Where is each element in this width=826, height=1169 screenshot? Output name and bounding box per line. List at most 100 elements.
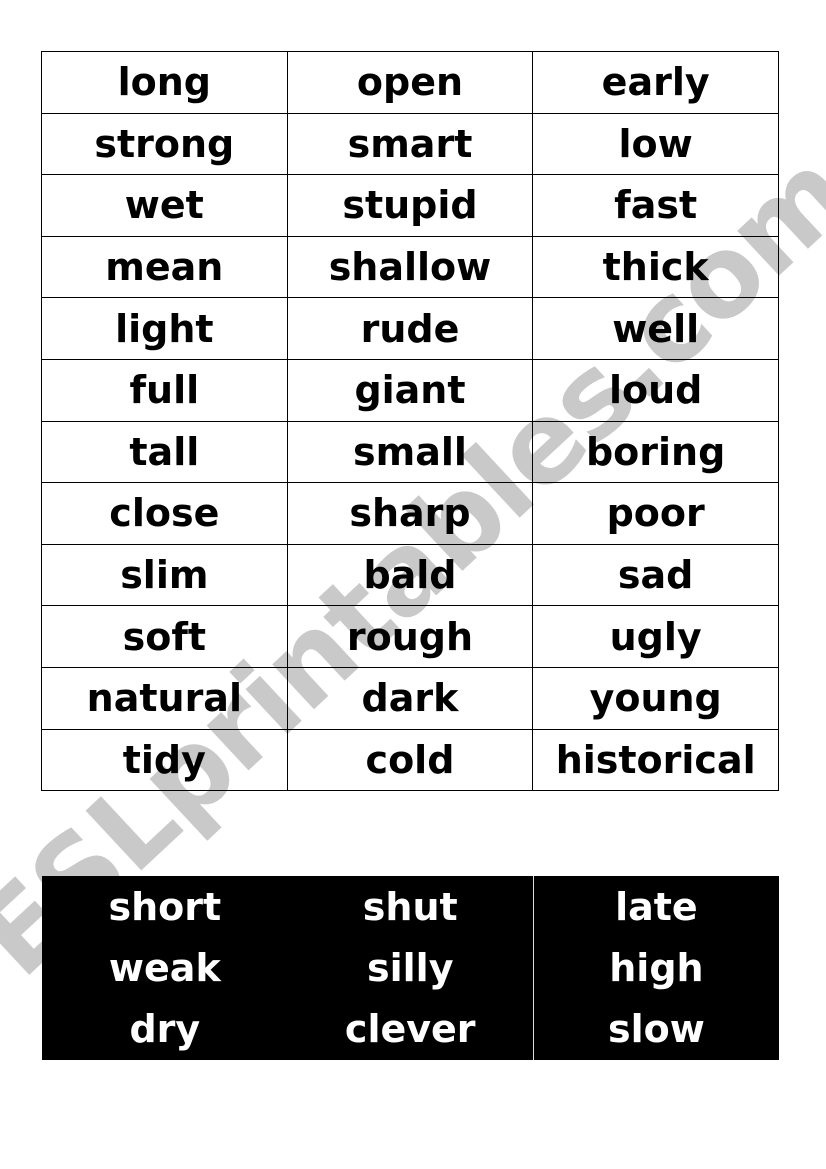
word-text: young bbox=[589, 676, 722, 721]
word-cell: fast bbox=[532, 174, 779, 237]
table-row: strong smart low bbox=[41, 112, 779, 176]
table-row: weak silly high bbox=[42, 937, 779, 999]
table-row: light rude well bbox=[41, 297, 779, 360]
word-cell: rude bbox=[286, 297, 534, 360]
word-cell: soft bbox=[41, 605, 288, 668]
word-text: light bbox=[115, 306, 214, 351]
word-cell: historical bbox=[532, 728, 779, 792]
word-cell: early bbox=[532, 51, 779, 114]
word-text: soft bbox=[122, 614, 207, 659]
word-text: fast bbox=[614, 183, 698, 228]
word-cell: light bbox=[41, 297, 288, 360]
word-text: poor bbox=[606, 491, 705, 536]
word-cell: giant bbox=[286, 358, 534, 422]
word-cell: tall bbox=[41, 420, 288, 484]
word-text: loud bbox=[608, 368, 703, 413]
word-text: giant bbox=[354, 368, 466, 413]
word-cell: full bbox=[41, 358, 288, 422]
word-text: thick bbox=[602, 245, 709, 290]
word-text: cold bbox=[365, 737, 455, 782]
table-row: tidy cold historical bbox=[41, 728, 779, 792]
table-row: tall small boring bbox=[41, 420, 779, 484]
word-cell: mean bbox=[41, 235, 288, 299]
word-cell: small bbox=[286, 420, 534, 484]
word-cell: natural bbox=[41, 666, 288, 730]
word-cell: close bbox=[41, 482, 288, 545]
word-text: stupid bbox=[342, 183, 478, 228]
word-cell: loud bbox=[532, 358, 779, 422]
word-text: shallow bbox=[328, 245, 492, 290]
word-text: dark bbox=[361, 676, 459, 721]
word-text: smart bbox=[347, 121, 473, 166]
word-cell: wet bbox=[41, 174, 288, 237]
word-text: slow bbox=[607, 1007, 705, 1052]
word-cell: slow bbox=[532, 998, 779, 1060]
word-text: full bbox=[129, 368, 200, 413]
word-text: dry bbox=[129, 1007, 201, 1052]
word-cell: rough bbox=[286, 605, 534, 668]
word-cell: weak bbox=[42, 937, 288, 998]
word-text: clever bbox=[344, 1007, 476, 1052]
word-cell: stupid bbox=[286, 174, 534, 237]
table-row: slim bald sad bbox=[41, 543, 779, 607]
word-text: high bbox=[609, 945, 704, 990]
word-cell: sad bbox=[532, 543, 779, 607]
word-cell: sharp bbox=[286, 482, 534, 545]
word-cell: clever bbox=[288, 999, 534, 1060]
word-text: shut bbox=[362, 884, 458, 929]
table-row: soft rough ugly bbox=[41, 605, 779, 668]
word-text: low bbox=[618, 121, 693, 166]
word-text: wet bbox=[124, 183, 204, 228]
word-text: silly bbox=[367, 945, 454, 990]
word-cell: shut bbox=[288, 876, 534, 937]
word-cell: silly bbox=[288, 937, 534, 998]
word-text: sharp bbox=[349, 491, 471, 536]
word-cell: smart bbox=[286, 112, 534, 176]
word-text: slim bbox=[120, 553, 209, 598]
word-cell: short bbox=[42, 876, 288, 937]
word-cell: well bbox=[532, 297, 779, 360]
word-text: rude bbox=[360, 306, 460, 351]
word-text: close bbox=[109, 491, 220, 536]
word-text: weak bbox=[108, 945, 221, 990]
word-text: historical bbox=[555, 737, 756, 782]
word-cell: ugly bbox=[532, 605, 779, 668]
word-cell: bald bbox=[286, 543, 534, 607]
word-text: sad bbox=[617, 553, 694, 598]
word-text: early bbox=[601, 60, 710, 105]
word-cell: dark bbox=[286, 666, 534, 730]
word-cell: thick bbox=[532, 235, 779, 299]
word-text: strong bbox=[94, 121, 235, 166]
word-cell: slim bbox=[41, 543, 288, 607]
word-cell: low bbox=[532, 112, 779, 176]
word-text: mean bbox=[105, 245, 224, 290]
word-cell: strong bbox=[41, 112, 288, 176]
table-row: mean shallow thick bbox=[41, 235, 779, 299]
word-text: rough bbox=[346, 614, 474, 659]
word-text: tidy bbox=[122, 737, 206, 782]
word-cell: poor bbox=[532, 482, 779, 545]
table-row: natural dark young bbox=[41, 666, 779, 730]
word-text: bald bbox=[363, 553, 457, 598]
word-text: well bbox=[612, 306, 700, 351]
answer-word-table: short shut late weak silly high dry clever slow bbox=[42, 876, 779, 1060]
word-cell: boring bbox=[532, 420, 779, 484]
word-text: ugly bbox=[609, 614, 702, 659]
table-row: full giant loud bbox=[41, 358, 779, 422]
word-text: open bbox=[356, 60, 464, 105]
word-text: late bbox=[615, 884, 698, 929]
word-text: boring bbox=[585, 429, 726, 474]
word-cell: dry bbox=[42, 999, 288, 1060]
table-row: short shut late bbox=[42, 876, 779, 938]
word-cell: high bbox=[532, 937, 779, 999]
table-row: dry clever slow bbox=[42, 998, 779, 1060]
word-cell: long bbox=[41, 51, 288, 114]
word-text: long bbox=[117, 60, 212, 105]
word-cell: open bbox=[286, 51, 534, 114]
table-row: close sharp poor bbox=[41, 482, 779, 545]
word-text: natural bbox=[86, 676, 242, 721]
word-cell: tidy bbox=[41, 728, 288, 792]
word-cell: young bbox=[532, 666, 779, 730]
word-cell: late bbox=[532, 876, 779, 938]
word-table: long open early strong smart low wet stupid fast… bbox=[41, 51, 779, 792]
